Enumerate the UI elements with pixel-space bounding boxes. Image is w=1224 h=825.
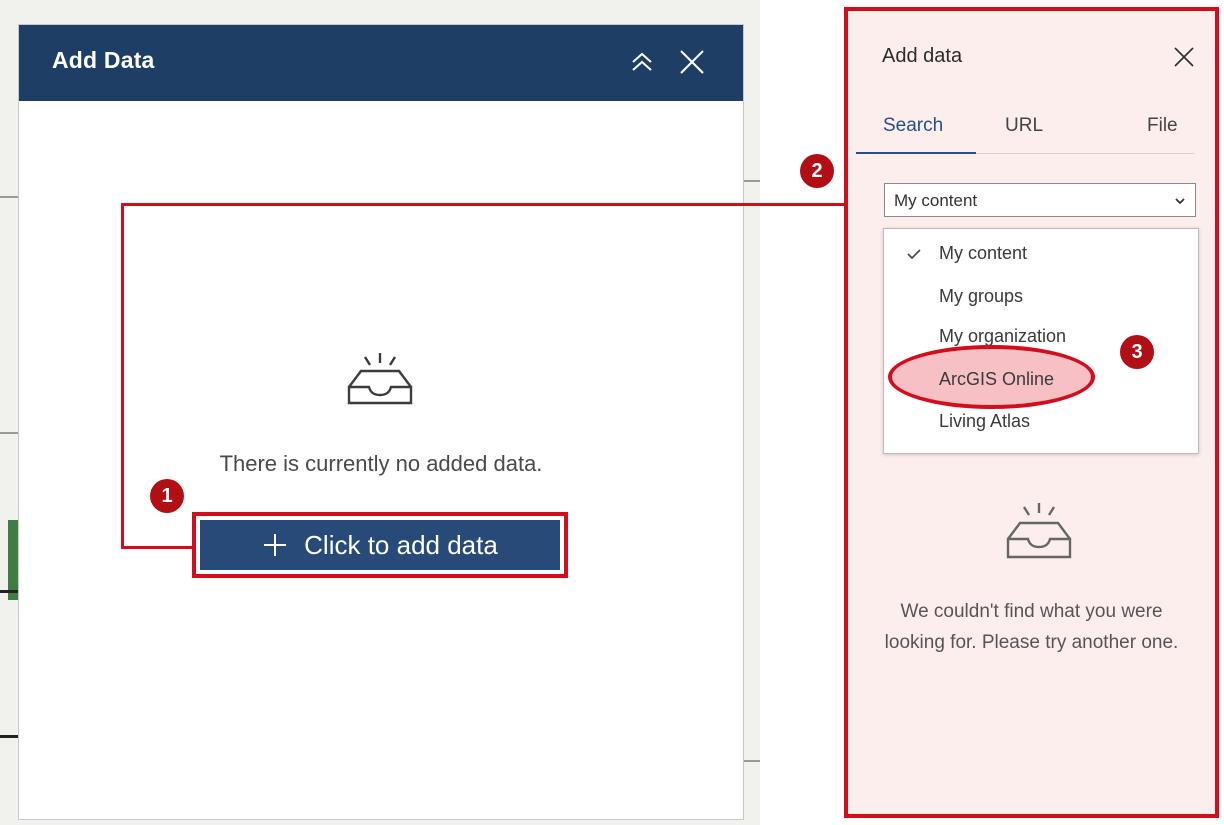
active-tab-indicator	[856, 152, 976, 154]
callout-connector	[121, 203, 845, 206]
empty-results-message: We couldn't find what you were looking f…	[884, 601, 1179, 653]
add-data-widget: Add Data There is currently no added dat…	[18, 24, 744, 820]
dropdown-option-living-atlas[interactable]: Living Atlas	[884, 401, 1198, 439]
click-to-add-data-button[interactable]: Click to add data	[192, 512, 568, 578]
map-line	[0, 432, 18, 434]
callout-badge-2: 2	[800, 154, 834, 188]
map-line	[744, 180, 760, 182]
callout-badge-3: 3	[1120, 335, 1154, 369]
widget-title: Add Data	[52, 47, 155, 73]
map-line	[0, 196, 18, 198]
dropdown-option-my-groups[interactable]: My groups	[884, 276, 1198, 314]
content-source-dropdown: My content My groups My organization Arc…	[883, 228, 1199, 454]
map-line	[8, 520, 18, 600]
map-line	[0, 590, 18, 593]
callout-connector	[121, 203, 124, 549]
tab-divider	[975, 153, 1194, 154]
callout-connector	[121, 546, 194, 549]
dropdown-option-my-content[interactable]: My content	[884, 233, 1198, 271]
empty-inbox-icon	[345, 351, 415, 412]
tab-search[interactable]: Search	[883, 115, 943, 137]
tab-file[interactable]: File	[1147, 115, 1178, 137]
add-button-label: Click to add data	[304, 529, 498, 560]
panel-title: Add data	[882, 45, 963, 67]
select-value: My content	[894, 191, 978, 210]
checkmark-icon	[906, 245, 922, 266]
callout-badge-1: 1	[150, 479, 184, 513]
tab-url[interactable]: URL	[1005, 115, 1043, 137]
dropdown-option-arcgis-online[interactable]: ArcGIS Online	[884, 359, 1198, 397]
map-line	[744, 760, 760, 762]
chevron-down-icon	[1173, 193, 1187, 213]
content-source-select[interactable]: My content	[884, 183, 1196, 217]
plus-icon	[262, 532, 288, 558]
empty-inbox-icon	[1004, 501, 1074, 566]
widget-header: Add Data	[19, 25, 743, 101]
double-chevron-up-icon[interactable]	[625, 45, 659, 79]
close-icon[interactable]	[1172, 45, 1196, 74]
add-data-panel: Add data Search URL File My content My c…	[844, 7, 1219, 818]
close-icon[interactable]	[675, 45, 709, 79]
empty-message: There is currently no added data.	[219, 451, 543, 476]
map-line	[0, 735, 18, 738]
